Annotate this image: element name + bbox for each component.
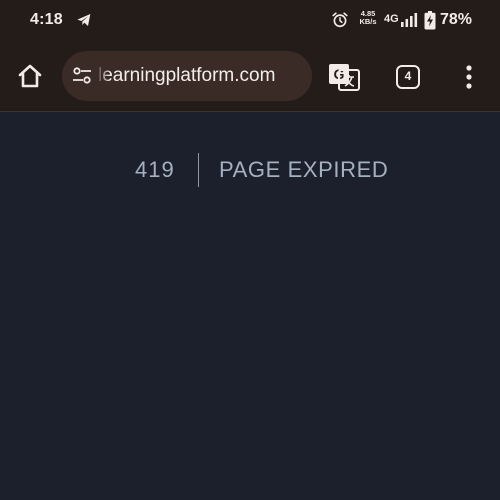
address-bar[interactable]: learningplatform.com (62, 51, 312, 101)
battery-percentage: 78% (440, 11, 473, 28)
signal-icon (401, 13, 418, 27)
net-speed-unit: KB/s (359, 17, 377, 26)
error-code: 419 (135, 157, 175, 182)
page-content: 419 PAGE EXPIRED (0, 113, 500, 500)
net-speed: 4.85 KB/s (357, 10, 379, 26)
translate-icon[interactable]: G (329, 63, 360, 91)
status-bar: 4:18 4.85 KB/s 4G 78% (0, 0, 500, 40)
error-message: PAGE EXPIRED (219, 157, 389, 182)
url-fade (96, 51, 110, 101)
tab-switcher-button[interactable]: 4 (396, 65, 420, 89)
network-type: 4G (384, 13, 399, 25)
divider (198, 153, 199, 187)
more-vert-icon[interactable] (462, 64, 476, 90)
battery-charging-icon (424, 11, 436, 30)
status-time: 4:18 (30, 11, 63, 28)
home-icon[interactable] (16, 62, 44, 90)
url-text[interactable]: learningplatform.com (98, 51, 275, 101)
alarm-icon (332, 12, 348, 28)
telegram-icon (77, 14, 91, 26)
tune-icon[interactable] (72, 66, 92, 86)
browser-toolbar: learningplatform.com G 4 (0, 40, 500, 112)
